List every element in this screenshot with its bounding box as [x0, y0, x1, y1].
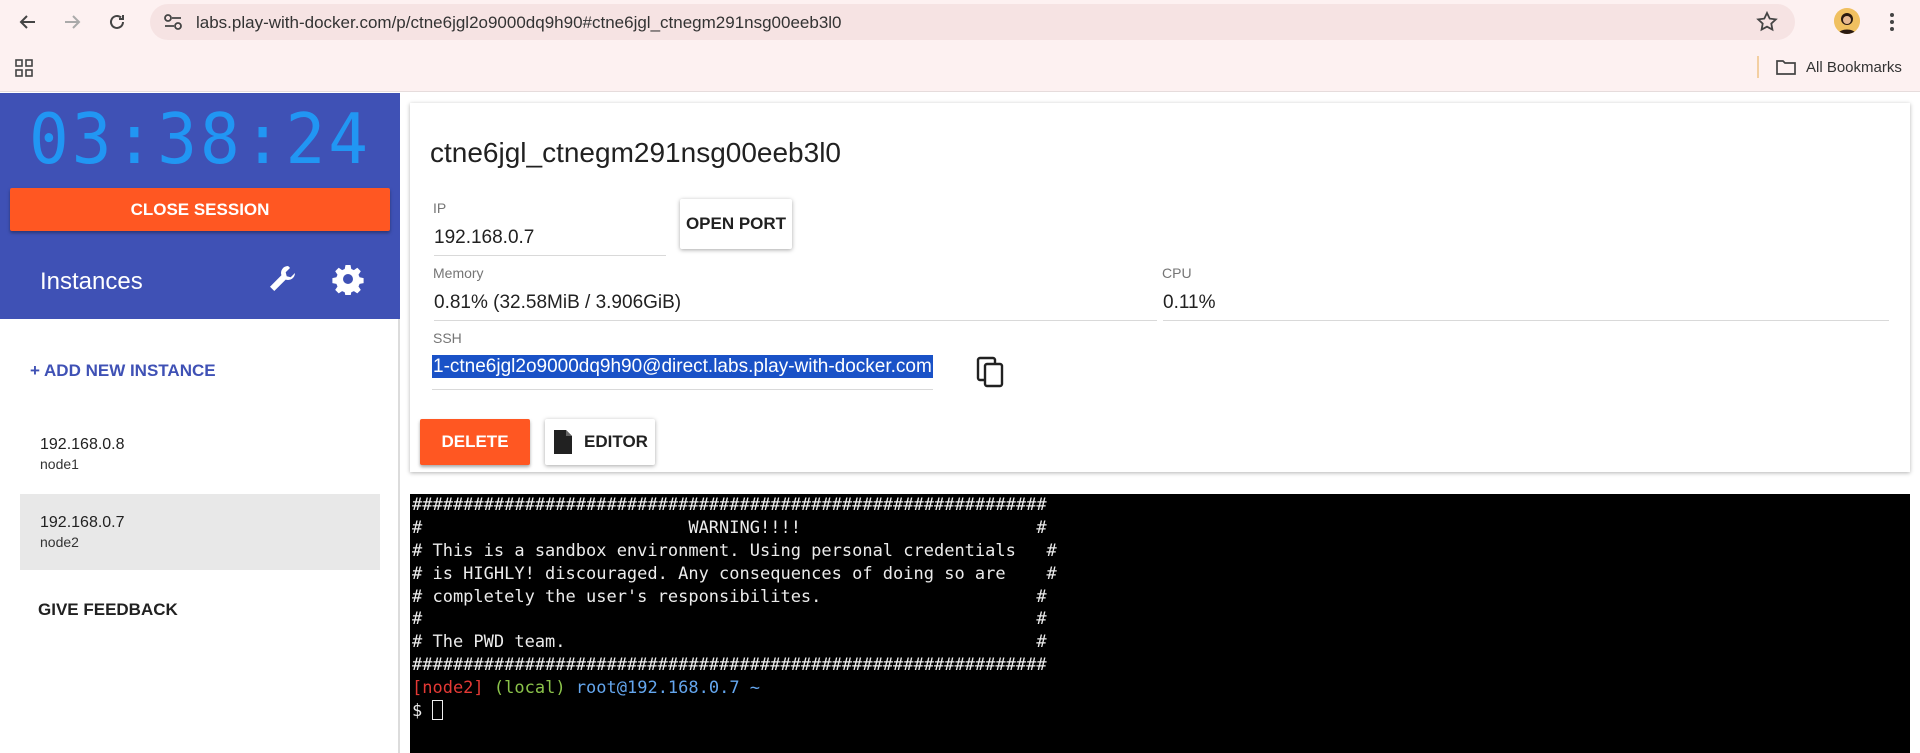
file-icon [554, 430, 573, 454]
terminal-line: # completely the user's responsibilites.… [412, 586, 1047, 607]
bookmarks-bar: All Bookmarks [0, 44, 1920, 92]
ssh-field[interactable]: 1-ctne6jgl2o9000dq9h90@direct.labs.play-… [432, 355, 933, 390]
back-icon[interactable] [14, 8, 42, 36]
terminal-line: # WARNING!!!! # [412, 517, 1047, 538]
give-feedback-button[interactable]: GIVE FEEDBACK [38, 600, 178, 620]
terminal-input-line[interactable]: $ [412, 700, 1908, 723]
terminal-line: # # [412, 609, 1047, 630]
gear-icon[interactable] [332, 263, 364, 295]
bookmarks-separator [1757, 56, 1759, 78]
memory-label: Memory [433, 265, 484, 281]
terminal-line: ########################################… [412, 495, 1047, 515]
all-bookmarks-button[interactable]: All Bookmarks [1776, 56, 1902, 78]
ip-value[interactable]: 192.168.0.7 [434, 227, 666, 256]
prompt-user: root@192.168.0.7 ~ [575, 678, 761, 699]
forward-icon[interactable] [58, 8, 86, 36]
instance-item-node1[interactable]: 192.168.0.8 node1 [20, 416, 380, 492]
cpu-value: 0.11% [1163, 292, 1889, 321]
instances-title: Instances [40, 268, 143, 295]
prompt-local: (local) [493, 678, 566, 699]
terminal-line: # The PWD team. # [412, 632, 1047, 653]
instance-item-node2[interactable]: 192.168.0.7 node2 [20, 494, 380, 570]
ssh-value[interactable]: 1-ctne6jgl2o9000dq9h90@direct.labs.play-… [432, 355, 933, 378]
instance-hostname: ctne6jgl_ctnegm291nsg00eeb3l0 [430, 137, 841, 168]
profile-avatar[interactable] [1834, 8, 1860, 34]
ip-label: IP [433, 200, 447, 216]
prompt-symbol: $ [412, 701, 433, 722]
terminal-line: # This is a sandbox environment. Using p… [412, 540, 1057, 561]
prompt-node: [node2] [412, 678, 484, 699]
instance-details-card: ctne6jgl_ctnegm291nsg00eeb3l0 IP 192.168… [410, 103, 1910, 472]
editor-button[interactable]: EDITOR [545, 419, 655, 465]
terminal-cursor [432, 700, 444, 721]
instance-name: node1 [40, 456, 79, 472]
terminal-line: # is HIGHLY! discouraged. Any consequenc… [412, 563, 1057, 584]
all-bookmarks-label: All Bookmarks [1806, 58, 1902, 76]
reload-icon[interactable] [103, 8, 131, 36]
open-port-button[interactable]: OPEN PORT [680, 199, 792, 249]
add-new-instance-button[interactable]: + ADD NEW INSTANCE [30, 361, 216, 381]
terminal-line: ########################################… [412, 655, 1047, 676]
site-info-icon[interactable] [163, 13, 183, 31]
url-text[interactable]: labs.play-with-docker.com/p/ctne6jgl2o90… [196, 13, 842, 33]
memory-value: 0.81% (32.58MiB / 3.906GiB) [434, 292, 1157, 321]
browser-menu-icon[interactable] [1880, 8, 1904, 36]
address-bar[interactable]: labs.play-with-docker.com/p/ctne6jgl2o90… [150, 4, 1795, 40]
terminal-prompt: [node2] (local) root@192.168.0.7 ~ [412, 677, 1908, 700]
cpu-label: CPU [1162, 265, 1192, 281]
sidebar-header: 03:38:24 CLOSE SESSION Instances [0, 93, 400, 319]
browser-toolbar: labs.play-with-docker.com/p/ctne6jgl2o90… [0, 0, 1920, 44]
folder-icon [1776, 60, 1796, 75]
ssh-label: SSH [433, 330, 462, 346]
instance-ip: 192.168.0.7 [40, 514, 125, 531]
apps-grid-icon[interactable] [14, 58, 34, 78]
terminal[interactable]: ########################################… [410, 494, 1910, 753]
delete-button[interactable]: DELETE [420, 419, 530, 465]
instance-name: node2 [40, 534, 79, 550]
sidebar: 03:38:24 CLOSE SESSION Instances + ADD N… [0, 93, 400, 753]
instance-ip: 192.168.0.8 [40, 436, 125, 453]
editor-label: EDITOR [584, 432, 648, 451]
close-session-button[interactable]: CLOSE SESSION [10, 188, 390, 231]
wrench-icon[interactable] [266, 263, 298, 295]
bookmark-star-icon[interactable] [1755, 10, 1779, 34]
session-timer: 03:38:24 [29, 99, 371, 180]
copy-icon[interactable] [976, 356, 1006, 390]
